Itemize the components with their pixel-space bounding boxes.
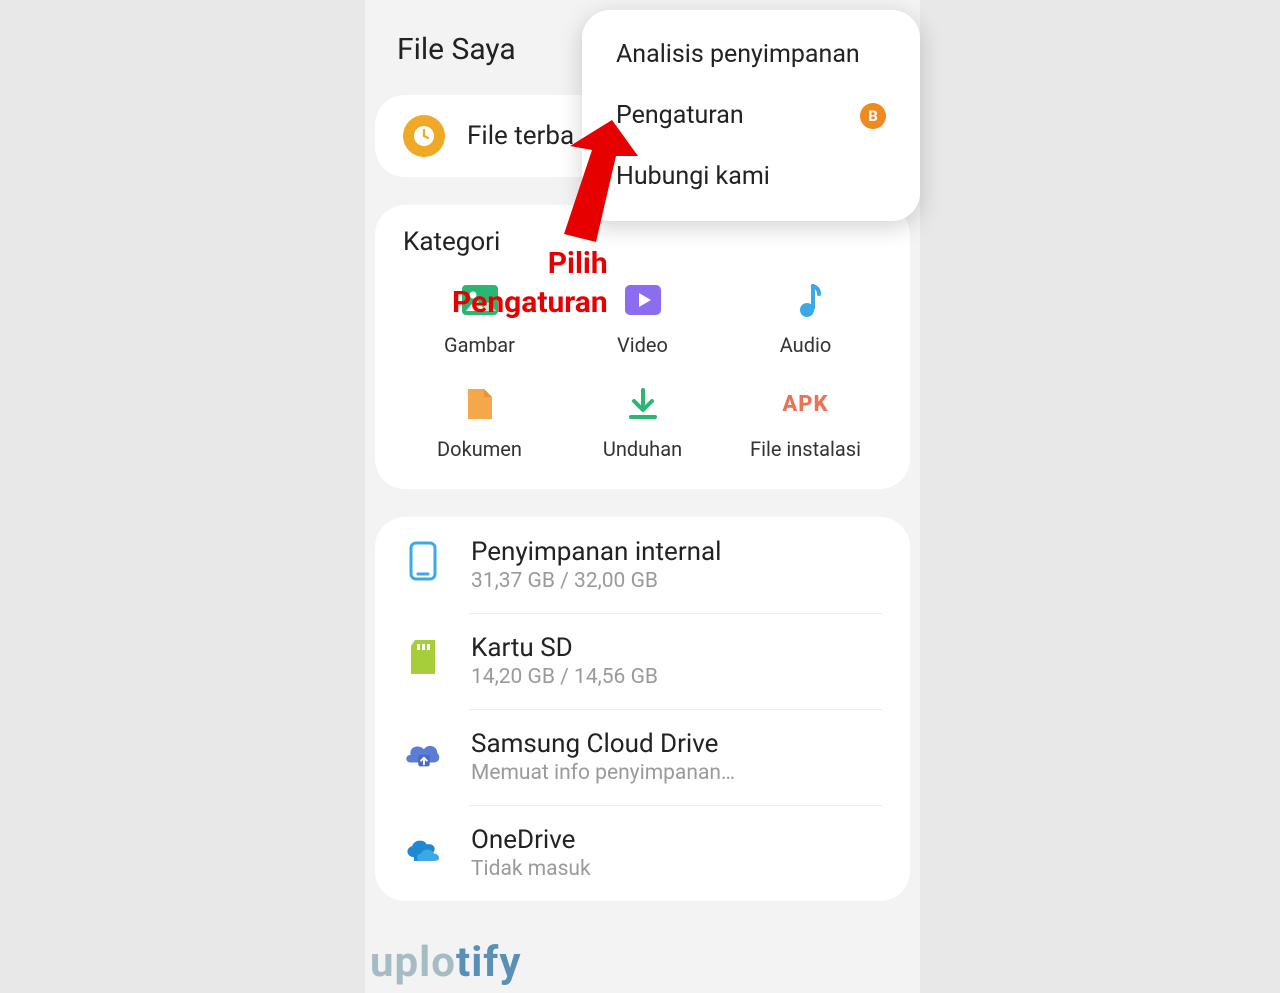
category-audio[interactable]: Audio bbox=[729, 281, 882, 357]
overflow-menu: Analisis penyimpanan Pengaturan B Hubung… bbox=[582, 10, 920, 221]
onedrive-icon bbox=[403, 829, 443, 869]
storage-title: Kartu SD bbox=[471, 633, 882, 663]
category-apk[interactable]: APK File instalasi bbox=[729, 385, 882, 461]
storage-title: Samsung Cloud Drive bbox=[471, 729, 882, 759]
recent-files-label: File terba bbox=[467, 121, 574, 151]
clock-icon bbox=[403, 115, 445, 157]
storage-title: OneDrive bbox=[471, 825, 882, 855]
video-icon bbox=[624, 281, 662, 319]
watermark: uplotify bbox=[370, 938, 522, 987]
storage-title: Penyimpanan internal bbox=[471, 537, 882, 567]
menu-contact-us[interactable]: Hubungi kami bbox=[582, 146, 920, 207]
annotation-text: Pilih Pengaturan bbox=[452, 244, 608, 322]
document-icon bbox=[461, 385, 499, 423]
samsung-cloud-icon bbox=[403, 733, 443, 773]
apk-icon: APK bbox=[787, 385, 825, 423]
storage-sub: Tidak masuk bbox=[471, 857, 882, 881]
menu-settings[interactable]: Pengaturan B bbox=[582, 85, 920, 146]
storage-onedrive[interactable]: OneDrive Tidak masuk bbox=[375, 805, 910, 901]
category-label: Unduhan bbox=[603, 437, 682, 461]
category-label: Video bbox=[617, 333, 668, 357]
storage-text: Kartu SD 14,20 GB / 14,56 GB bbox=[471, 633, 882, 689]
category-label: File instalasi bbox=[750, 437, 861, 461]
menu-item-label: Analisis penyimpanan bbox=[616, 40, 860, 69]
storage-sub: 14,20 GB / 14,56 GB bbox=[471, 665, 882, 689]
phone-icon bbox=[403, 541, 443, 581]
menu-item-label: Pengaturan bbox=[616, 101, 744, 130]
storage-text: Samsung Cloud Drive Memuat info penyimpa… bbox=[471, 729, 882, 785]
storage-text: Penyimpanan internal 31,37 GB / 32,00 GB bbox=[471, 537, 882, 593]
category-label: Gambar bbox=[444, 333, 515, 357]
category-documents[interactable]: Dokumen bbox=[403, 385, 556, 461]
storage-samsung-cloud[interactable]: Samsung Cloud Drive Memuat info penyimpa… bbox=[375, 709, 910, 805]
storage-internal[interactable]: Penyimpanan internal 31,37 GB / 32,00 GB bbox=[375, 517, 910, 613]
menu-item-label: Hubungi kami bbox=[616, 162, 770, 191]
badge-icon: B bbox=[860, 103, 886, 129]
storage-sdcard[interactable]: Kartu SD 14,20 GB / 14,56 GB bbox=[375, 613, 910, 709]
storage-card: Penyimpanan internal 31,37 GB / 32,00 GB… bbox=[375, 517, 910, 901]
category-label: Dokumen bbox=[437, 437, 522, 461]
storage-sub: Memuat info penyimpanan… bbox=[471, 761, 882, 785]
storage-sub: 31,37 GB / 32,00 GB bbox=[471, 569, 882, 593]
category-label: Audio bbox=[780, 333, 832, 357]
audio-icon bbox=[787, 281, 825, 319]
download-icon bbox=[624, 385, 662, 423]
sdcard-icon bbox=[403, 637, 443, 677]
menu-storage-analysis[interactable]: Analisis penyimpanan bbox=[582, 24, 920, 85]
category-downloads[interactable]: Unduhan bbox=[566, 385, 719, 461]
storage-text: OneDrive Tidak masuk bbox=[471, 825, 882, 881]
